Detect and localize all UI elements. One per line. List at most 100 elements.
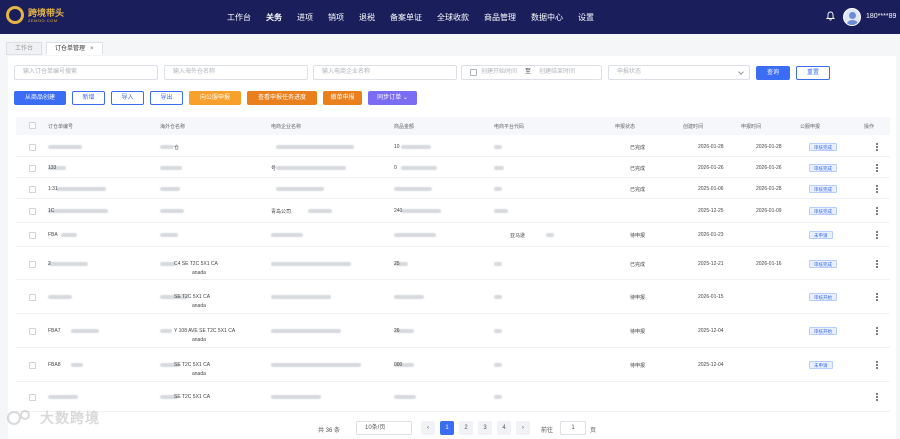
col-ecom-company: 电商企业名称 [271,124,302,130]
more-actions-icon[interactable] [876,361,878,370]
redacted-text [271,295,331,299]
more-actions-icon[interactable] [876,143,878,152]
row-checkbox[interactable] [29,362,36,369]
page-3[interactable]: 3 [478,421,492,435]
more-actions-icon[interactable] [876,231,878,240]
nav-refund[interactable]: 退税 [359,12,375,23]
order-no-input[interactable]: 输入订仓单编号搜索 [14,65,158,80]
page-4[interactable]: 4 [497,421,511,435]
row-checkbox[interactable] [29,261,36,268]
overseas-warehouse-input[interactable]: 输入海外仓名称 [164,65,308,80]
import-button[interactable]: 导入 [111,91,144,105]
ecom-company-input[interactable]: 输入电商企业名称 [313,65,457,80]
main-menu: 工作台 关务 进项 销项 退税 备案单证 全球收款 商品管理 数据中心 设置 [227,0,609,34]
declare-to-public-service-button[interactable]: 向公服申报 [189,91,241,105]
view-declare-progress-button[interactable]: 查看申报任务进度 [247,91,317,105]
redacted-text [546,233,554,237]
goto-page-input[interactable]: 1 [560,421,586,435]
date-range-picker[interactable]: 创建开始时间 至 创建结束时间 [461,65,602,80]
table-row[interactable]: FBA8 SE T2C 5X1 CA 000 待申报 2025-12-04 anada 未申… [16,348,890,382]
cell-ecom-company: 青岛公司 [271,209,292,215]
avatar[interactable] [843,8,861,26]
nav-workbench[interactable]: 工作台 [227,12,251,23]
redacted-text [48,209,108,213]
create-from-product-button[interactable]: 从商品创建 [14,91,66,105]
cancel-declare-button[interactable]: 撤单申报 [323,91,362,105]
cell-status: 待申报 [630,233,646,239]
next-page-button[interactable]: › [516,421,530,435]
prev-page-button[interactable]: ‹ [421,421,435,435]
date-start[interactable]: 创建开始时间 [481,66,517,79]
more-actions-icon[interactable] [876,260,878,269]
status-select[interactable]: 申报状态 [608,65,750,80]
nav-input[interactable]: 进项 [297,12,313,23]
page-1[interactable]: 1 [440,421,454,435]
top-nav: 跨境带头 ZEMOO.COM 工作台 关务 进项 销项 退税 备案单证 全球收款… [0,0,900,34]
table-row[interactable]: 133 号 0 已完成 2026-01-26 2026-01-26 审核完成 [16,157,890,178]
row-checkbox[interactable] [29,208,36,215]
more-actions-icon[interactable] [876,207,878,216]
cell-created: 2026-01-23 [698,232,724,238]
more-actions-icon[interactable] [876,327,878,336]
more-actions-icon[interactable] [876,185,878,194]
nav-products[interactable]: 商品管理 [484,12,516,23]
row-checkbox[interactable] [29,294,36,301]
cell-ecom-company: 号 [271,166,277,172]
export-button[interactable]: 导出 [150,91,183,105]
cell-declared: 2026-01-26 [756,165,782,171]
row-checkbox[interactable] [29,232,36,239]
more-actions-icon[interactable] [876,393,878,402]
row-checkbox[interactable] [29,144,36,151]
redacted-text [48,395,78,399]
date-end[interactable]: 创建结束时间 [539,66,575,79]
tab-booking-orders[interactable]: 订仓单管理 × [46,42,103,55]
nav-settings[interactable]: 设置 [578,12,594,23]
user-phone[interactable]: 180****89 [866,13,896,20]
table-row[interactable]: FBA7 Y 108 AVE SE T2C 5X1 CA 26 待申报 2025-12-… [16,314,890,348]
add-button[interactable]: 新增 [72,91,105,105]
row-checkbox[interactable] [29,328,36,335]
row-checkbox[interactable] [29,165,36,172]
status-badge: 审核完成 [809,260,837,268]
table-row[interactable]: 1:31 已完成 2025-01-06 2026-01-28 审核完成 [16,178,890,199]
page-suffix: 页 [590,428,597,434]
more-actions-icon[interactable] [876,164,878,173]
main-panel: 输入订仓单编号搜索 输入海外仓名称 输入电商企业名称 创建开始时间 至 创建结束… [8,56,896,439]
nav-data[interactable]: 数据中心 [531,12,563,23]
row-checkbox[interactable] [29,186,36,193]
nav-customs[interactable]: 关务 [266,12,282,23]
brand-logo[interactable]: 跨境带头 ZEMOO.COM [6,6,64,24]
redacted-text [160,329,172,333]
nav-output[interactable]: 销项 [328,12,344,23]
table-row[interactable]: 2 C4 SE T2C 5X1 CA 25 已完成 2025-12-21 2026-01-… [16,247,890,280]
nav-payment[interactable]: 全球收款 [437,12,469,23]
brand-domain: ZEMOO.COM [28,17,58,23]
status-badge: 审核完成 [809,185,837,193]
cell-status: 已完成 [630,145,646,151]
table-row[interactable]: SE T2C 5X1 CA [16,382,890,412]
col-platform: 电商平台代码 [494,124,525,130]
more-actions-icon[interactable] [876,293,878,302]
cell-amount: 240 [394,208,403,214]
status-badge: 审核开始 [809,327,837,335]
search-button[interactable]: 查询 [756,66,790,80]
table-row[interactable]: 仓 10 已完成 2026-01-28 2026-01-28 审核完成 [16,136,890,157]
select-all-checkbox[interactable] [29,122,36,129]
reset-button[interactable]: 重置 [796,66,830,80]
table-row[interactable]: SE T2C 5X1 CA 待申报 2026-01-15 anada 审核开始 [16,280,890,314]
page-2[interactable]: 2 [459,421,473,435]
close-icon[interactable]: × [90,46,94,52]
logo-icon [6,6,24,24]
sync-orders-button[interactable]: 同步订单 ⌄ [368,91,417,105]
page-size-select[interactable]: 10条/页 [356,421,412,435]
nav-filing[interactable]: 备案单证 [390,12,422,23]
cell-created: 2026-01-28 [698,144,724,150]
bell-icon[interactable] [826,11,835,21]
table-row[interactable]: FBA 亚马逊 待申报 2026-01-23 未申请 [16,223,890,247]
redacted-text [48,295,72,299]
col-amount: 商品金额 [394,124,415,130]
tab-workbench[interactable]: 工作台 [6,42,43,55]
table-row[interactable]: 1C 青岛公司 240 2025-12-25 2026-01-09 审核完成 [16,199,890,223]
row-checkbox[interactable] [29,394,36,401]
tab-label: 订仓单管理 [55,46,86,52]
